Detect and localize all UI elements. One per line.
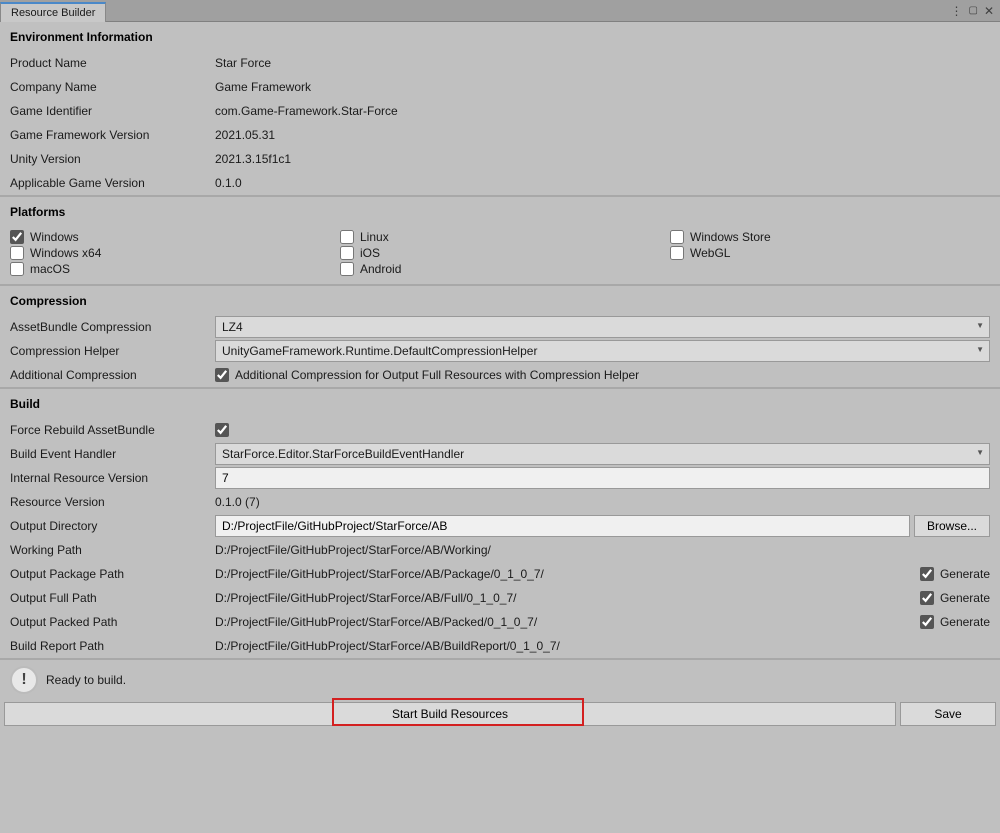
- label-ab-compression: AssetBundle Compression: [10, 320, 215, 334]
- label-app-game-version: Applicable Game Version: [10, 176, 215, 190]
- platform-item: Windows x64: [10, 246, 340, 260]
- platform-item: Windows Store: [670, 230, 990, 244]
- label-working-path: Working Path: [10, 543, 215, 557]
- checkbox-platform[interactable]: [340, 262, 354, 276]
- label-force-rebuild: Force Rebuild AssetBundle: [10, 423, 215, 437]
- checkbox-platform[interactable]: [10, 246, 24, 260]
- value-build-report-path: D:/ProjectFile/GitHubProject/StarForce/A…: [215, 639, 560, 653]
- checkbox-additional-compression[interactable]: [215, 368, 229, 382]
- save-button[interactable]: Save: [900, 702, 996, 726]
- label-output-full-path: Output Full Path: [10, 591, 215, 605]
- label-product-name: Product Name: [10, 56, 215, 70]
- section-compression-title: Compression: [0, 286, 1000, 315]
- value-working-path: D:/ProjectFile/GitHubProject/StarForce/A…: [215, 543, 990, 557]
- value-company-name: Game Framework: [215, 80, 990, 94]
- platform-label: iOS: [360, 246, 380, 260]
- value-resource-version: 0.1.0 (7): [215, 495, 990, 509]
- checkbox-platform[interactable]: [670, 230, 684, 244]
- checkbox-generate-packed[interactable]: [920, 615, 934, 629]
- platform-item: iOS: [340, 246, 670, 260]
- value-output-package-path: D:/ProjectFile/GitHubProject/StarForce/A…: [215, 567, 544, 581]
- section-build-title: Build: [0, 389, 1000, 418]
- status-text: Ready to build.: [46, 673, 126, 687]
- checkbox-force-rebuild[interactable]: [215, 423, 229, 437]
- value-product-name: Star Force: [215, 56, 990, 70]
- platform-item: Android: [340, 262, 670, 276]
- platform-item: macOS: [10, 262, 340, 276]
- dropdown-compression-helper[interactable]: UnityGameFramework.Runtime.DefaultCompre…: [215, 340, 990, 362]
- value-gf-version: 2021.05.31: [215, 128, 990, 142]
- label-compression-helper: Compression Helper: [10, 344, 215, 358]
- label-company-name: Company Name: [10, 80, 215, 94]
- checkbox-generate-full[interactable]: [920, 591, 934, 605]
- value-output-packed-path: D:/ProjectFile/GitHubProject/StarForce/A…: [215, 615, 537, 629]
- input-internal-version[interactable]: [215, 467, 990, 489]
- label-generate-full: Generate: [940, 591, 990, 605]
- checkbox-generate-package[interactable]: [920, 567, 934, 581]
- label-build-report-path: Build Report Path: [10, 639, 215, 653]
- input-output-directory[interactable]: [215, 515, 910, 537]
- platform-item: Linux: [340, 230, 670, 244]
- platform-label: Windows: [30, 230, 79, 244]
- checkbox-platform[interactable]: [10, 230, 24, 244]
- platform-label: Windows Store: [690, 230, 771, 244]
- tab-bar: Resource Builder ⋮ ▢ ✕: [0, 0, 1000, 22]
- label-game-identifier: Game Identifier: [10, 104, 215, 118]
- checkbox-platform[interactable]: [340, 246, 354, 260]
- label-resource-version: Resource Version: [10, 495, 215, 509]
- menu-icon[interactable]: ⋮: [950, 4, 962, 18]
- checkbox-platform[interactable]: [10, 262, 24, 276]
- maximize-icon[interactable]: ▢: [968, 5, 977, 16]
- label-event-handler: Build Event Handler: [10, 447, 215, 461]
- platform-item: WebGL: [670, 246, 990, 260]
- label-output-directory: Output Directory: [10, 519, 215, 533]
- label-gf-version: Game Framework Version: [10, 128, 215, 142]
- start-build-button[interactable]: Start Build Resources: [4, 702, 896, 726]
- value-app-game-version: 0.1.0: [215, 176, 990, 190]
- value-game-identifier: com.Game-Framework.Star-Force: [215, 104, 990, 118]
- label-output-packed-path: Output Packed Path: [10, 615, 215, 629]
- section-env-title: Environment Information: [0, 22, 1000, 51]
- browse-button[interactable]: Browse...: [914, 515, 990, 537]
- platform-label: Android: [360, 262, 401, 276]
- label-additional-compression: Additional Compression: [10, 368, 215, 382]
- checkbox-platform[interactable]: [340, 230, 354, 244]
- dropdown-event-handler[interactable]: StarForce.Editor.StarForceBuildEventHand…: [215, 443, 990, 465]
- label-internal-version: Internal Resource Version: [10, 471, 215, 485]
- label-generate-package: Generate: [940, 567, 990, 581]
- value-output-full-path: D:/ProjectFile/GitHubProject/StarForce/A…: [215, 591, 516, 605]
- dropdown-ab-compression[interactable]: LZ4: [215, 316, 990, 338]
- info-icon: !: [10, 666, 38, 694]
- tab-resource-builder[interactable]: Resource Builder: [0, 2, 106, 22]
- label-unity-version: Unity Version: [10, 152, 215, 166]
- platform-item: Windows: [10, 230, 340, 244]
- status-bar: ! Ready to build.: [0, 660, 1000, 700]
- platforms-grid: Windows Linux Windows Store Windows x64 iOS W…: [0, 226, 1000, 284]
- platform-label: Linux: [360, 230, 389, 244]
- content-panel: Environment Information Product NameStar…: [0, 22, 1000, 730]
- section-platforms-title: Platforms: [0, 197, 1000, 226]
- text-additional-compression: Additional Compression for Output Full R…: [235, 368, 639, 382]
- platform-label: WebGL: [690, 246, 730, 260]
- label-output-package-path: Output Package Path: [10, 567, 215, 581]
- close-icon[interactable]: ✕: [984, 4, 994, 18]
- checkbox-platform[interactable]: [670, 246, 684, 260]
- platform-label: macOS: [30, 262, 70, 276]
- label-generate-packed: Generate: [940, 615, 990, 629]
- platform-label: Windows x64: [30, 246, 101, 260]
- value-unity-version: 2021.3.15f1c1: [215, 152, 990, 166]
